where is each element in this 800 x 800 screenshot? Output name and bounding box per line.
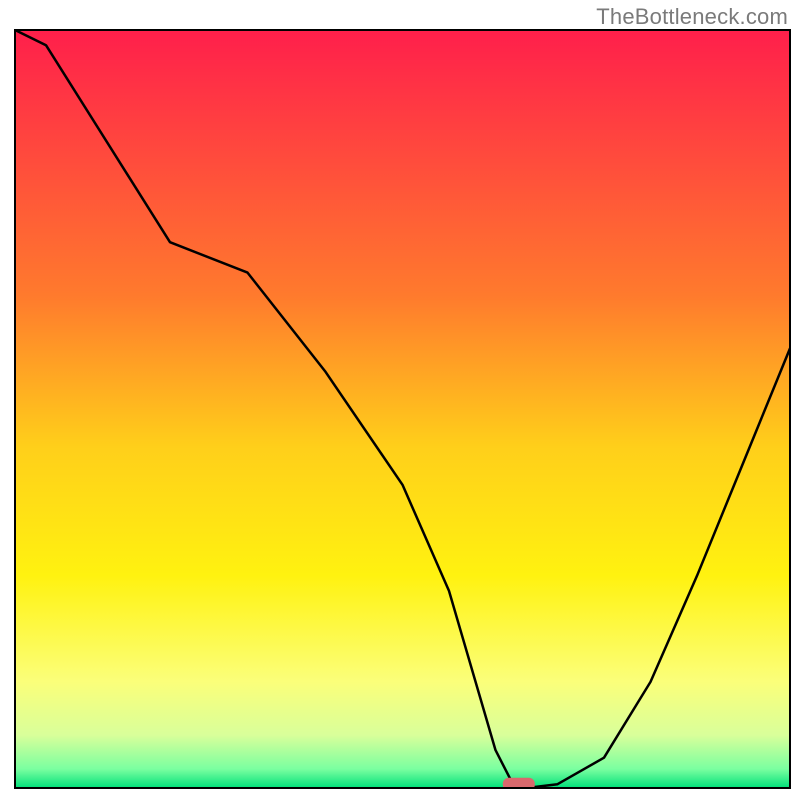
heatmap-background <box>15 30 790 788</box>
watermark-text: TheBottleneck.com <box>596 4 788 30</box>
bottleneck-chart <box>0 0 800 800</box>
